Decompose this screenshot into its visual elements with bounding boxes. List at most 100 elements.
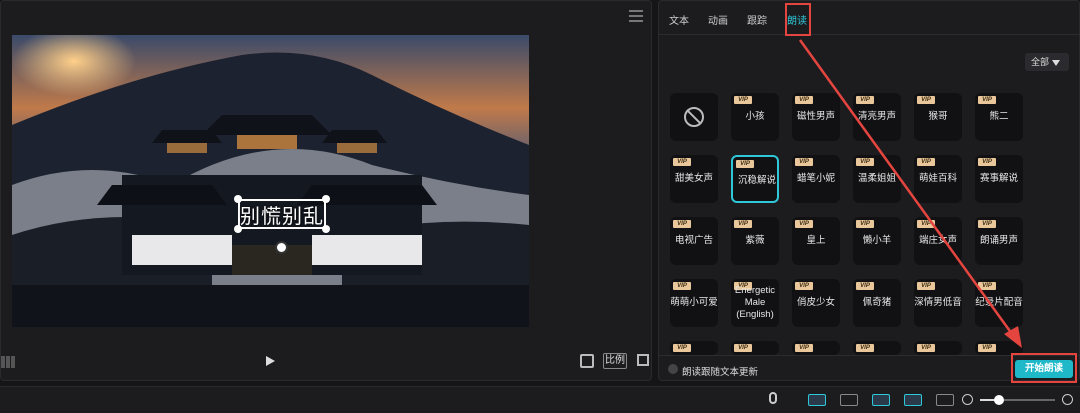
voice-label bbox=[670, 93, 718, 141]
temple-scene-image bbox=[12, 35, 529, 327]
voice-label: 皇上 bbox=[806, 235, 826, 246]
preview-controls: 比例 bbox=[1, 351, 653, 373]
voice-card[interactable]: VIP 沉稳解说 bbox=[731, 155, 779, 203]
vip-badge: VIP bbox=[856, 344, 874, 352]
voice-label: 温柔姐姐 bbox=[857, 173, 896, 184]
voice-card[interactable]: VIP 朗诵男声 bbox=[975, 217, 1023, 265]
voice-card[interactable]: VIP 磁性男声 bbox=[792, 93, 840, 141]
voice-card[interactable] bbox=[670, 93, 718, 141]
align-icon[interactable] bbox=[904, 394, 922, 406]
vip-badge: VIP bbox=[978, 344, 996, 352]
microphone-icon[interactable] bbox=[769, 392, 777, 404]
voice-card[interactable]: VIP 电视广告 bbox=[670, 217, 718, 265]
start-button-highlight-box bbox=[1011, 353, 1077, 383]
filter-icon bbox=[1052, 59, 1061, 66]
video-canvas[interactable]: 别慌别乱 bbox=[12, 35, 529, 327]
voice-card[interactable]: VIP 紫薇 bbox=[731, 217, 779, 265]
focus-icon[interactable] bbox=[580, 354, 594, 368]
ratio-button[interactable]: 比例 bbox=[603, 353, 627, 369]
voice-card[interactable]: VIP bbox=[731, 341, 779, 355]
voice-card[interactable]: VIP bbox=[914, 341, 962, 355]
vip-badge: VIP bbox=[673, 344, 691, 352]
tab-animation[interactable]: 动画 bbox=[708, 12, 728, 27]
vip-badge: VIP bbox=[795, 344, 813, 352]
editor-window: 别慌别乱 比例 文本 动画 跟踪 朗读 全部 VIP 小孩 VIP 磁性男声 VI bbox=[0, 0, 1080, 413]
voice-card[interactable]: VIP Energetic Male (English) bbox=[731, 279, 779, 327]
voice-label: 磁性男声 bbox=[796, 111, 835, 122]
voice-card[interactable]: VIP bbox=[853, 341, 901, 355]
caption-text[interactable]: 别慌别乱 bbox=[240, 200, 324, 229]
tab-text[interactable]: 文本 bbox=[669, 12, 689, 27]
resize-handle-top-left[interactable] bbox=[234, 195, 242, 203]
link-clips-icon[interactable] bbox=[808, 394, 826, 406]
voice-card[interactable]: VIP bbox=[792, 341, 840, 355]
grid-icon[interactable] bbox=[1, 355, 17, 368]
zoom-slider[interactable] bbox=[980, 395, 1055, 405]
voice-card[interactable]: VIP 甜美女声 bbox=[670, 155, 718, 203]
caption-text-box[interactable]: 别慌别乱 bbox=[238, 199, 326, 229]
timeline-toolbar bbox=[0, 386, 1080, 413]
voice-label: 紫薇 bbox=[745, 235, 765, 246]
zoom-out-icon[interactable] bbox=[962, 394, 973, 405]
panel-footer: 朗读跟随文本更新 开始朗读 bbox=[659, 353, 1080, 383]
vip-badge: VIP bbox=[917, 344, 935, 352]
voice-label: 纪录片配音 bbox=[975, 297, 1023, 308]
voice-label: 赛事解说 bbox=[979, 173, 1018, 184]
zoom-in-icon[interactable] bbox=[1062, 394, 1073, 405]
snap-icon[interactable] bbox=[872, 394, 890, 406]
voice-label: Energetic Male (English) bbox=[734, 285, 776, 320]
voice-label: 端庄女声 bbox=[918, 235, 957, 246]
rotate-handle-icon[interactable] bbox=[275, 241, 288, 254]
voice-card[interactable]: VIP 小孩 bbox=[731, 93, 779, 141]
resize-handle-bottom-left[interactable] bbox=[234, 225, 242, 233]
text-properties-panel: 文本 动画 跟踪 朗读 全部 VIP 小孩 VIP 磁性男声 VIP 清亮男声 VIP 猴哥 V… bbox=[658, 0, 1080, 383]
fullscreen-icon[interactable] bbox=[637, 354, 649, 366]
voice-card[interactable]: VIP 纪录片配音 bbox=[975, 279, 1023, 327]
filter-button[interactable]: 全部 bbox=[1025, 53, 1069, 71]
voice-card[interactable]: VIP 清亮男声 bbox=[853, 93, 901, 141]
preview-axis-icon[interactable] bbox=[936, 394, 954, 406]
zoom-slider-knob[interactable] bbox=[993, 395, 1004, 405]
vip-badge: VIP bbox=[734, 344, 752, 352]
voice-label: 深情男低音 bbox=[914, 297, 962, 308]
voice-label: 熊二 bbox=[989, 111, 1009, 122]
voice-card[interactable]: VIP 猴哥 bbox=[914, 93, 962, 141]
voice-label: 沉稳解说 bbox=[737, 175, 776, 186]
none-icon bbox=[684, 107, 704, 127]
split-icon[interactable] bbox=[840, 394, 858, 406]
voice-label: 佩奇猪 bbox=[862, 297, 892, 308]
voice-card[interactable]: VIP 蜡笔小妮 bbox=[792, 155, 840, 203]
voice-label: 俏皮少女 bbox=[796, 297, 835, 308]
voice-card[interactable]: VIP 端庄女声 bbox=[914, 217, 962, 265]
voice-card[interactable]: VIP 温柔姐姐 bbox=[853, 155, 901, 203]
voice-label: 小孩 bbox=[745, 111, 765, 122]
voice-card[interactable]: VIP bbox=[670, 341, 718, 355]
voice-label: 萌萌小可爱 bbox=[670, 297, 718, 308]
voice-label: 蜡笔小妮 bbox=[796, 173, 835, 184]
voice-card[interactable]: VIP 萌娃百科 bbox=[914, 155, 962, 203]
tab-tracking[interactable]: 跟踪 bbox=[747, 12, 767, 27]
follow-text-checkbox[interactable] bbox=[668, 364, 678, 374]
voice-card[interactable]: VIP 萌萌小可爱 bbox=[670, 279, 718, 327]
voice-card[interactable]: VIP 熊二 bbox=[975, 93, 1023, 141]
panel-tabs: 文本 动画 跟踪 朗读 bbox=[659, 1, 1080, 36]
play-icon[interactable] bbox=[266, 356, 275, 366]
voice-card[interactable]: VIP 深情男低音 bbox=[914, 279, 962, 327]
voice-card[interactable]: VIP 赛事解说 bbox=[975, 155, 1023, 203]
voice-card[interactable]: VIP 佩奇猪 bbox=[853, 279, 901, 327]
voice-card[interactable]: VIP 皇上 bbox=[792, 217, 840, 265]
voice-label: 猴哥 bbox=[928, 111, 948, 122]
follow-text-label: 朗读跟随文本更新 bbox=[682, 367, 759, 378]
voice-card[interactable]: VIP 俏皮少女 bbox=[792, 279, 840, 327]
voice-label: 萌娃百科 bbox=[918, 173, 957, 184]
voice-label: 甜美女声 bbox=[674, 173, 713, 184]
resize-handle-bottom-right[interactable] bbox=[322, 225, 330, 233]
filter-label: 全部 bbox=[1031, 57, 1050, 67]
voice-card[interactable]: VIP 懒小羊 bbox=[853, 217, 901, 265]
voice-label: 清亮男声 bbox=[857, 111, 896, 122]
preview-panel: 别慌别乱 比例 bbox=[0, 0, 652, 381]
resize-handle-top-right[interactable] bbox=[322, 195, 330, 203]
menu-icon[interactable] bbox=[629, 10, 643, 22]
voice-label: 电视广告 bbox=[674, 235, 713, 246]
voice-label: 懒小羊 bbox=[862, 235, 892, 246]
